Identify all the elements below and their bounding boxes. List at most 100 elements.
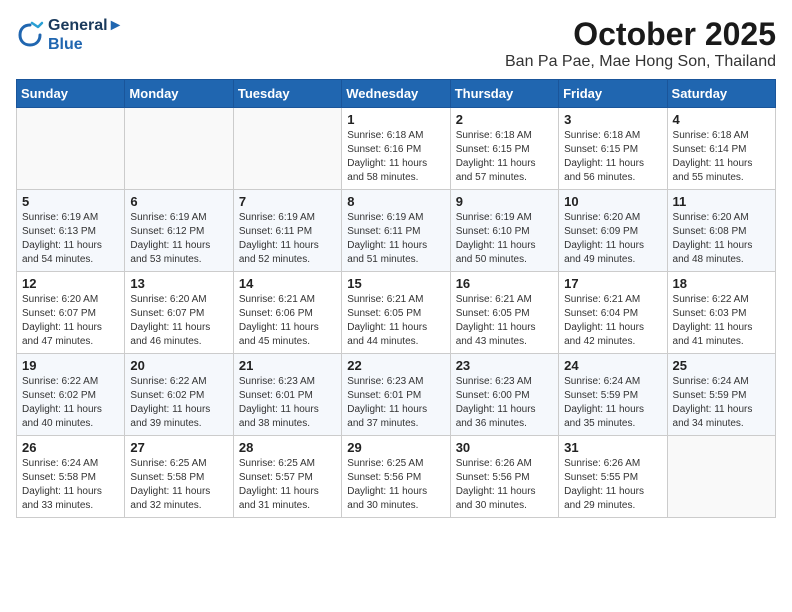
- weekday-header-monday: Monday: [125, 80, 233, 108]
- day-number: 10: [564, 194, 661, 209]
- day-info: Sunrise: 6:23 AM Sunset: 6:01 PM Dayligh…: [347, 375, 444, 431]
- calendar-cell: 7 Sunrise: 6:19 AM Sunset: 6:11 PM Daylig…: [233, 190, 341, 272]
- weekday-header-wednesday: Wednesday: [342, 80, 450, 108]
- day-info: Sunrise: 6:21 AM Sunset: 6:04 PM Dayligh…: [564, 293, 661, 349]
- day-info: Sunrise: 6:24 AM Sunset: 5:59 PM Dayligh…: [564, 375, 661, 431]
- day-number: 18: [673, 276, 770, 291]
- calendar-week-row: 19 Sunrise: 6:22 AM Sunset: 6:02 PM Dayli…: [17, 354, 776, 436]
- day-number: 31: [564, 440, 661, 455]
- day-info: Sunrise: 6:19 AM Sunset: 6:11 PM Dayligh…: [239, 211, 336, 267]
- day-number: 22: [347, 358, 444, 373]
- calendar-cell: 22 Sunrise: 6:23 AM Sunset: 6:01 PM Dayli…: [342, 354, 450, 436]
- calendar-cell: 2Sunrise: 6:18 AM Sunset: 6:15 PM Daylig…: [450, 108, 558, 190]
- page-header: General► Blue October 2025 Ban Pa Pae, M…: [16, 16, 776, 71]
- logo-text: General► Blue: [48, 16, 123, 54]
- calendar-cell: 16 Sunrise: 6:21 AM Sunset: 6:05 PM Dayli…: [450, 272, 558, 354]
- calendar-cell: 9 Sunrise: 6:19 AM Sunset: 6:10 PM Daylig…: [450, 190, 558, 272]
- day-number: 13: [130, 276, 227, 291]
- day-info: Sunrise: 6:23 AM Sunset: 6:00 PM Dayligh…: [456, 375, 553, 431]
- day-number: 24: [564, 358, 661, 373]
- day-info: Sunrise: 6:26 AM Sunset: 5:56 PM Dayligh…: [456, 457, 553, 513]
- day-number: 6: [130, 194, 227, 209]
- calendar-cell: 31Sunrise: 6:26 AM Sunset: 5:55 PM Dayli…: [559, 436, 667, 518]
- logo: General► Blue: [16, 16, 123, 54]
- day-info: Sunrise: 6:18 AM Sunset: 6:14 PM Dayligh…: [673, 129, 770, 185]
- day-info: Sunrise: 6:20 AM Sunset: 6:07 PM Dayligh…: [22, 293, 119, 349]
- calendar-cell: 12 Sunrise: 6:20 AM Sunset: 6:07 PM Dayli…: [17, 272, 125, 354]
- calendar-cell: 25 Sunrise: 6:24 AM Sunset: 5:59 PM Dayli…: [667, 354, 775, 436]
- day-info: Sunrise: 6:21 AM Sunset: 6:05 PM Dayligh…: [347, 293, 444, 349]
- calendar-cell: 18Sunrise: 6:22 AM Sunset: 6:03 PM Dayli…: [667, 272, 775, 354]
- calendar-cell: 20 Sunrise: 6:22 AM Sunset: 6:02 PM Dayli…: [125, 354, 233, 436]
- calendar-week-row: 5Sunrise: 6:19 AM Sunset: 6:13 PM Daylig…: [17, 190, 776, 272]
- logo-icon: [16, 21, 44, 49]
- weekday-header-friday: Friday: [559, 80, 667, 108]
- calendar-cell: 30 Sunrise: 6:26 AM Sunset: 5:56 PM Dayli…: [450, 436, 558, 518]
- day-number: 23: [456, 358, 553, 373]
- calendar-cell: 21Sunrise: 6:23 AM Sunset: 6:01 PM Dayli…: [233, 354, 341, 436]
- location: Ban Pa Pae, Mae Hong Son, Thailand: [505, 53, 776, 71]
- day-info: Sunrise: 6:20 AM Sunset: 6:08 PM Dayligh…: [673, 211, 770, 267]
- calendar-cell: [233, 108, 341, 190]
- day-number: 4: [673, 112, 770, 127]
- calendar-cell: 8Sunrise: 6:19 AM Sunset: 6:11 PM Daylig…: [342, 190, 450, 272]
- calendar-cell: 5Sunrise: 6:19 AM Sunset: 6:13 PM Daylig…: [17, 190, 125, 272]
- calendar-cell: 15Sunrise: 6:21 AM Sunset: 6:05 PM Dayli…: [342, 272, 450, 354]
- calendar-week-row: 26Sunrise: 6:24 AM Sunset: 5:58 PM Dayli…: [17, 436, 776, 518]
- day-info: Sunrise: 6:24 AM Sunset: 5:59 PM Dayligh…: [673, 375, 770, 431]
- day-info: Sunrise: 6:21 AM Sunset: 6:05 PM Dayligh…: [456, 293, 553, 349]
- day-number: 16: [456, 276, 553, 291]
- day-info: Sunrise: 6:25 AM Sunset: 5:58 PM Dayligh…: [130, 457, 227, 513]
- calendar-cell: 28 Sunrise: 6:25 AM Sunset: 5:57 PM Dayli…: [233, 436, 341, 518]
- day-number: 7: [239, 194, 336, 209]
- day-info: Sunrise: 6:19 AM Sunset: 6:12 PM Dayligh…: [130, 211, 227, 267]
- day-info: Sunrise: 6:18 AM Sunset: 6:15 PM Dayligh…: [564, 129, 661, 185]
- calendar-cell: 19 Sunrise: 6:22 AM Sunset: 6:02 PM Dayli…: [17, 354, 125, 436]
- day-number: 19: [22, 358, 119, 373]
- day-number: 11: [673, 194, 770, 209]
- day-info: Sunrise: 6:23 AM Sunset: 6:01 PM Dayligh…: [239, 375, 336, 431]
- day-info: Sunrise: 6:22 AM Sunset: 6:02 PM Dayligh…: [22, 375, 119, 431]
- calendar-cell: 24 Sunrise: 6:24 AM Sunset: 5:59 PM Dayli…: [559, 354, 667, 436]
- calendar-cell: 3 Sunrise: 6:18 AM Sunset: 6:15 PM Daylig…: [559, 108, 667, 190]
- day-number: 1: [347, 112, 444, 127]
- day-number: 29: [347, 440, 444, 455]
- day-info: Sunrise: 6:25 AM Sunset: 5:56 PM Dayligh…: [347, 457, 444, 513]
- day-info: Sunrise: 6:22 AM Sunset: 6:02 PM Dayligh…: [130, 375, 227, 431]
- day-number: 25: [673, 358, 770, 373]
- day-number: 9: [456, 194, 553, 209]
- calendar-cell: 29 Sunrise: 6:25 AM Sunset: 5:56 PM Dayli…: [342, 436, 450, 518]
- day-number: 5: [22, 194, 119, 209]
- day-info: Sunrise: 6:18 AM Sunset: 6:16 PM Dayligh…: [347, 129, 444, 185]
- calendar-cell: 17Sunrise: 6:21 AM Sunset: 6:04 PM Dayli…: [559, 272, 667, 354]
- day-info: Sunrise: 6:20 AM Sunset: 6:09 PM Dayligh…: [564, 211, 661, 267]
- calendar-cell: 4 Sunrise: 6:18 AM Sunset: 6:14 PM Daylig…: [667, 108, 775, 190]
- day-number: 12: [22, 276, 119, 291]
- day-info: Sunrise: 6:21 AM Sunset: 6:06 PM Dayligh…: [239, 293, 336, 349]
- calendar-cell: 14 Sunrise: 6:21 AM Sunset: 6:06 PM Dayli…: [233, 272, 341, 354]
- day-number: 28: [239, 440, 336, 455]
- calendar-cell: 27Sunrise: 6:25 AM Sunset: 5:58 PM Dayli…: [125, 436, 233, 518]
- calendar-table: SundayMondayTuesdayWednesdayThursdayFrid…: [16, 79, 776, 518]
- weekday-header-saturday: Saturday: [667, 80, 775, 108]
- title-area: October 2025 Ban Pa Pae, Mae Hong Son, T…: [505, 16, 776, 71]
- day-info: Sunrise: 6:19 AM Sunset: 6:10 PM Dayligh…: [456, 211, 553, 267]
- day-info: Sunrise: 6:24 AM Sunset: 5:58 PM Dayligh…: [22, 457, 119, 513]
- month-title: October 2025: [505, 16, 776, 53]
- calendar-cell: 26Sunrise: 6:24 AM Sunset: 5:58 PM Dayli…: [17, 436, 125, 518]
- weekday-header-tuesday: Tuesday: [233, 80, 341, 108]
- calendar-cell: 11 Sunrise: 6:20 AM Sunset: 6:08 PM Dayli…: [667, 190, 775, 272]
- day-info: Sunrise: 6:19 AM Sunset: 6:11 PM Dayligh…: [347, 211, 444, 267]
- calendar-cell: 23 Sunrise: 6:23 AM Sunset: 6:00 PM Dayli…: [450, 354, 558, 436]
- day-number: 30: [456, 440, 553, 455]
- weekday-header-row: SundayMondayTuesdayWednesdayThursdayFrid…: [17, 80, 776, 108]
- calendar-cell: 1 Sunrise: 6:18 AM Sunset: 6:16 PM Daylig…: [342, 108, 450, 190]
- calendar-cell: 10 Sunrise: 6:20 AM Sunset: 6:09 PM Dayli…: [559, 190, 667, 272]
- weekday-header-thursday: Thursday: [450, 80, 558, 108]
- calendar-cell: 13Sunrise: 6:20 AM Sunset: 6:07 PM Dayli…: [125, 272, 233, 354]
- day-info: Sunrise: 6:25 AM Sunset: 5:57 PM Dayligh…: [239, 457, 336, 513]
- day-number: 3: [564, 112, 661, 127]
- day-number: 14: [239, 276, 336, 291]
- calendar-week-row: 1 Sunrise: 6:18 AM Sunset: 6:16 PM Daylig…: [17, 108, 776, 190]
- day-number: 20: [130, 358, 227, 373]
